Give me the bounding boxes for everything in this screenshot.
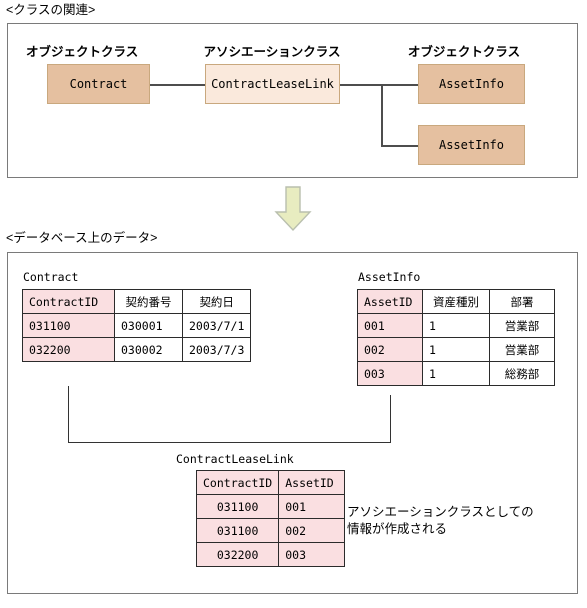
contract-r0c1: 030001 [114,313,183,338]
link-assetinfo-key-down [390,395,391,443]
table-row: 003 1 総務部 [357,361,555,386]
cll-r0c1: 001 [278,494,346,519]
table-row: 031100 002 [195,518,346,543]
assetinfo-r1c1: 1 [422,337,490,362]
transform-down-arrow-icon [274,186,312,232]
class-box-asset-info-1-label: AssetInfo [438,77,505,91]
table-row: 031100 030001 2003/7/1 [22,313,252,338]
table-row: 002 1 営業部 [357,337,555,362]
link-branch-to-asset2 [381,145,418,147]
table-row: 031100 001 [195,494,346,519]
contract-r1c1: 030002 [114,337,183,362]
assetinfo-r0c1: 1 [422,313,490,338]
assetinfo-r0c0: 001 [357,313,423,338]
assetinfo-header-2: 部署 [489,289,555,314]
assetinfo-r2c0: 003 [357,361,423,386]
contract-lease-link-table: ContractID AssetID 031100 001 031100 002… [195,470,346,567]
contract-lease-link-table-name: ContractLeaseLink [176,452,294,466]
class-box-contract-lease-link[interactable]: ContractLeaseLink [205,64,340,104]
table-row: 032200 003 [195,542,346,567]
class-box-asset-info-2[interactable]: AssetInfo [418,125,525,165]
contract-r1c2: 2003/7/3 [181,337,252,362]
link-keys-horizontal [68,442,391,443]
link-contract-to-association [149,84,206,86]
table-header-row: AssetID 資産種別 部署 [357,289,555,314]
asset-info-table-name: AssetInfo [358,270,421,284]
assetinfo-r0c2: 営業部 [489,313,555,338]
class-box-contract[interactable]: Contract [47,64,150,104]
class-box-asset-info-1[interactable]: AssetInfo [418,64,525,104]
contract-header-2: 契約日 [181,289,252,314]
association-class-note: アソシエーションクラスとしての 情報が作成される [347,505,534,536]
assetinfo-header-1: 資産種別 [422,289,490,314]
class-relation-caption: <クラスの関連> [6,3,96,17]
link-branch-vertical [381,84,383,146]
assetinfo-r1c0: 002 [357,337,423,362]
cll-header-0: ContractID [195,470,280,495]
asset-info-table: AssetID 資産種別 部署 001 1 営業部 002 1 営業部 003 … [357,289,555,386]
contract-r0c0: 031100 [22,313,115,338]
contract-header-1: 契約番号 [114,289,183,314]
contract-header-0: ContractID [22,289,115,314]
assetinfo-header-0: AssetID [357,289,423,314]
contract-r1c0: 032200 [22,337,115,362]
table-header-row: ContractID 契約番号 契約日 [22,289,252,314]
cll-r1c0: 031100 [195,518,280,543]
table-header-row: ContractID AssetID [195,470,346,495]
contract-table-name: Contract [23,270,79,284]
contract-table: ContractID 契約番号 契約日 031100 030001 2003/7… [22,289,252,362]
cll-r2c1: 003 [278,542,346,567]
cll-header-1: AssetID [278,470,346,495]
assetinfo-r2c2: 総務部 [489,361,555,386]
assetinfo-r1c2: 営業部 [489,337,555,362]
link-contract-key-down [68,386,69,443]
table-row: 032200 030002 2003/7/3 [22,337,252,362]
database-data-caption: <データベース上のデータ> [6,231,158,245]
table-row: 001 1 営業部 [357,313,555,338]
cll-r2c0: 032200 [195,542,280,567]
association-class-label: アソシエーションクラス [203,45,341,59]
object-class-left-label: オブジェクトクラス [26,45,139,59]
class-box-contract-label: Contract [69,77,128,91]
cll-r0c0: 031100 [195,494,280,519]
object-class-right-label: オブジェクトクラス [407,45,521,59]
class-box-contract-lease-link-label: ContractLeaseLink [211,77,334,91]
cll-r1c1: 002 [278,518,346,543]
class-box-asset-info-2-label: AssetInfo [438,138,505,152]
link-branch-to-asset1 [381,84,418,86]
contract-r0c2: 2003/7/1 [181,313,252,338]
assetinfo-r2c1: 1 [422,361,490,386]
link-association-to-branch [339,84,382,86]
